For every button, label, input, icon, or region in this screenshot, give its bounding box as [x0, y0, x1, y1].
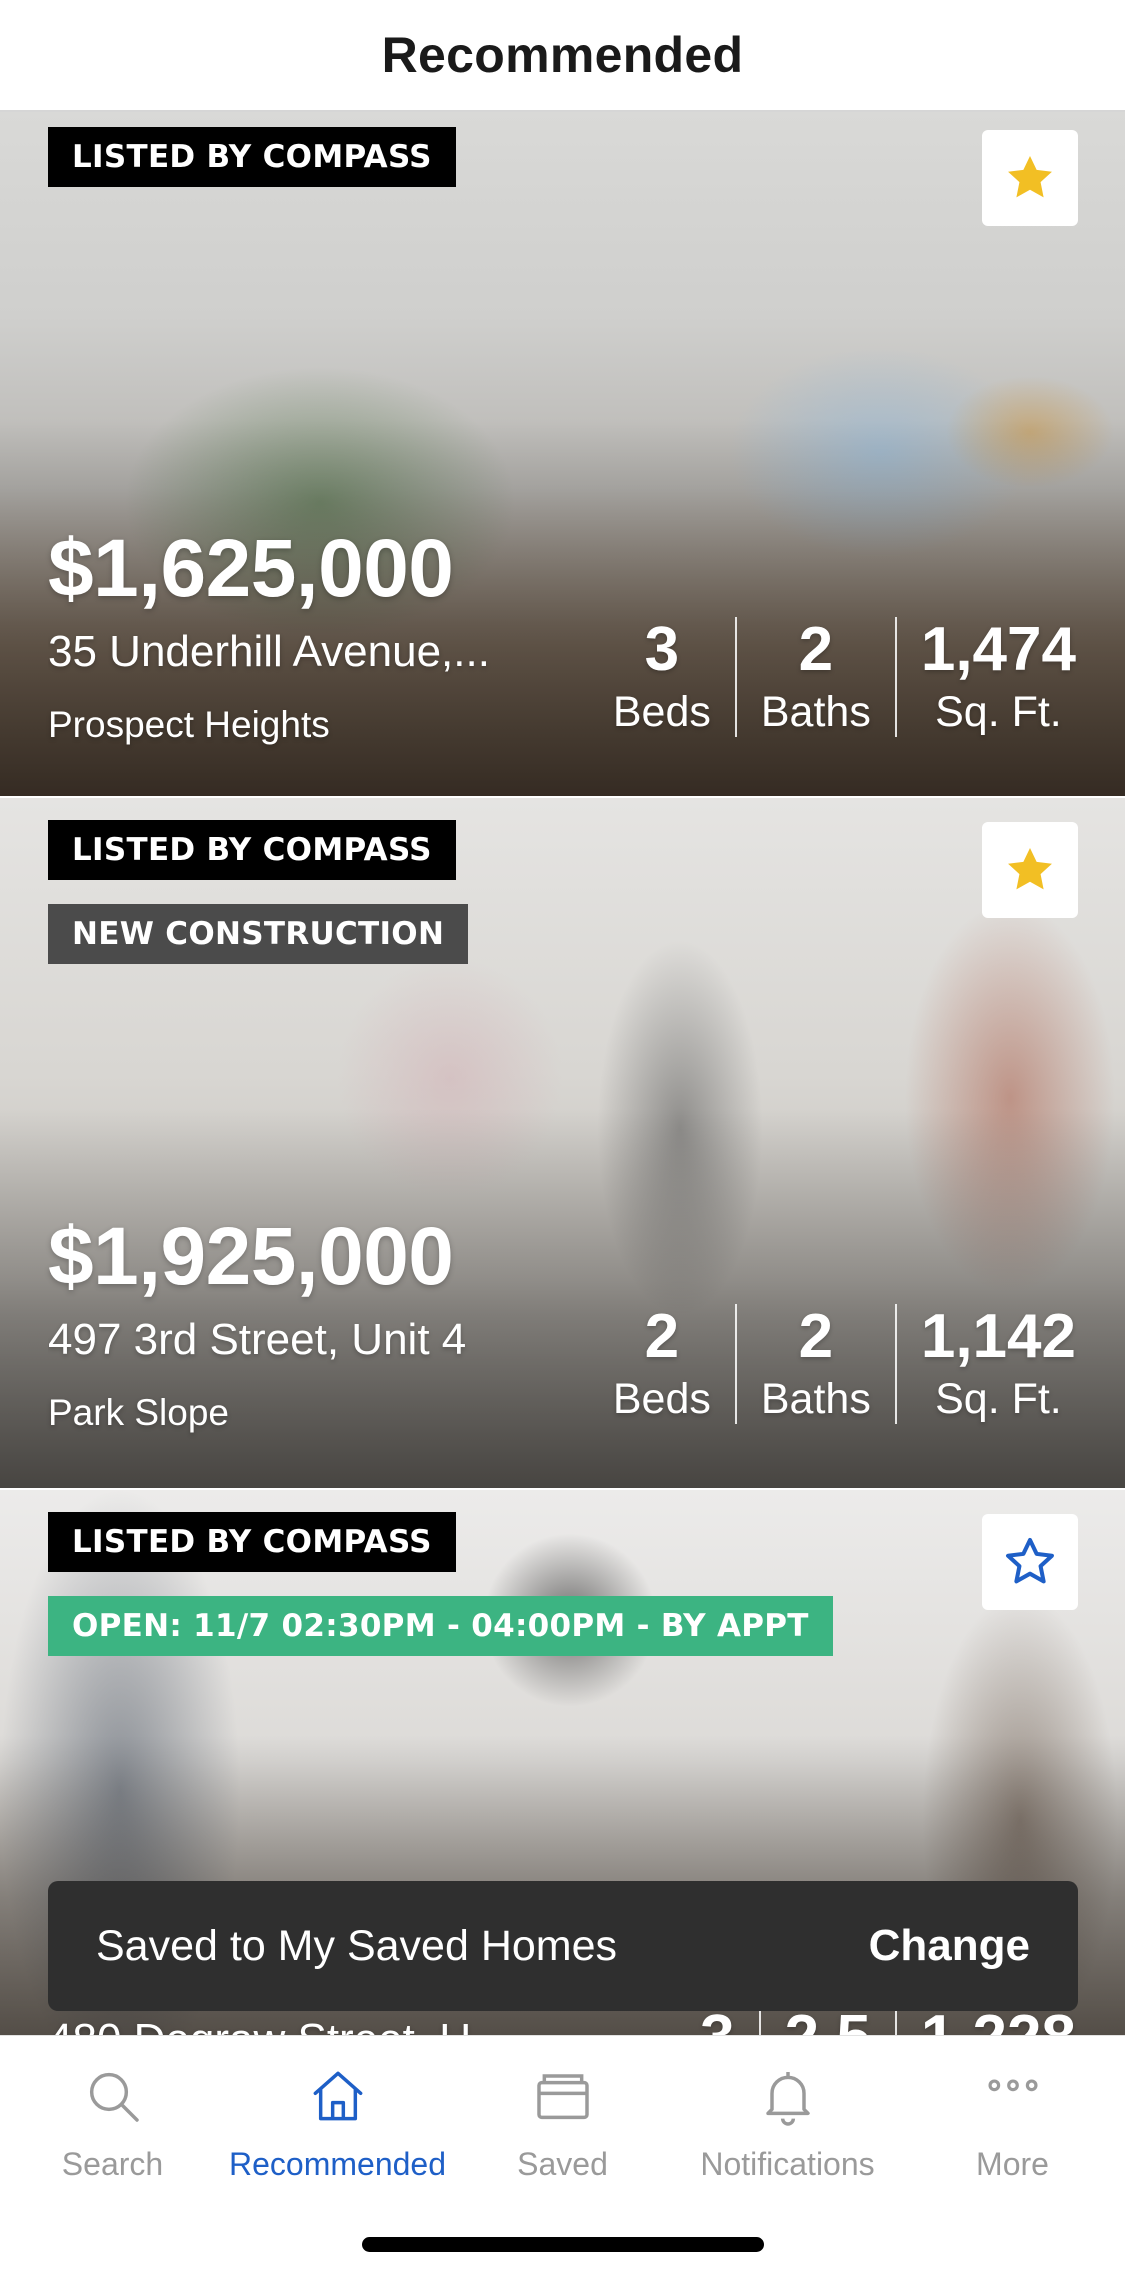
tab-label: Search: [61, 2146, 164, 2182]
listing-price: $1,925,000: [48, 1211, 454, 1302]
listing-address: 480 Degraw Street, U...: [48, 2015, 518, 2035]
star-outline-icon: [1006, 1537, 1054, 1584]
listing-stats: 3 Beds 2 Baths 1,474 Sq. Ft.: [589, 615, 1100, 738]
tab-saved[interactable]: Saved: [450, 2064, 675, 2206]
listing-card[interactable]: LISTED BY COMPASS NEW CONSTRUCTION $1,92…: [0, 798, 1125, 1488]
baths-count: 2: [798, 615, 834, 684]
listing-card[interactable]: LISTED BY COMPASS $1,625,000 35 Underhil…: [0, 112, 1125, 796]
tab-recommended[interactable]: Recommended: [225, 2064, 450, 2206]
baths-label: Baths: [760, 1375, 871, 1424]
sqft-label: Sq. Ft.: [935, 1375, 1062, 1424]
sqft-value: 1,474: [920, 615, 1076, 684]
save-star-button[interactable]: [982, 1514, 1078, 1610]
sqft-stat: 1,142 Sq. Ft.: [894, 1302, 1100, 1425]
tab-notifications[interactable]: Notifications: [675, 2064, 900, 2206]
listing-address: 497 3rd Street, Unit 4: [48, 1315, 467, 1364]
listed-by-badge: LISTED BY COMPASS: [48, 127, 456, 187]
home-icon: [313, 2071, 362, 2121]
tab-label: More: [976, 2146, 1049, 2182]
bell-icon: [765, 2072, 810, 2126]
save-star-button[interactable]: [982, 822, 1078, 918]
tab-search[interactable]: Search: [0, 2064, 225, 2206]
sqft-label: Sq. Ft.: [935, 688, 1062, 737]
tab-label: Notifications: [700, 2146, 875, 2182]
beds-count: 2: [644, 1302, 680, 1371]
beds-label: Beds: [612, 1375, 711, 1424]
star-filled-icon: [1008, 155, 1052, 198]
save-star-button[interactable]: [982, 130, 1078, 226]
baths-count: 2: [798, 1302, 834, 1371]
listing-address: 35 Underhill Avenue,...: [48, 627, 490, 676]
toast-change-button[interactable]: Change: [869, 1921, 1030, 1971]
listing-price: $1,625,000: [48, 523, 454, 614]
more-dots-icon: [987, 2079, 1038, 2092]
home-indicator: [362, 2237, 764, 2252]
sqft-value: 1,142: [920, 1302, 1076, 1371]
listing-neighborhood: Prospect Heights: [48, 704, 330, 745]
baths-label: Baths: [760, 688, 871, 737]
baths-stat: 2 Baths: [734, 1302, 895, 1425]
beds-stat: 3 Beds: [589, 617, 735, 737]
page-title: Recommended: [381, 27, 744, 83]
beds-stat: 2 Beds: [589, 1304, 735, 1424]
open-house-badge: OPEN: 11/7 02:30PM - 04:00PM - BY APPT: [48, 1596, 833, 1656]
listing-stats: 2 Beds 2 Baths 1,142 Sq. Ft.: [589, 1302, 1100, 1425]
bottom-tab-bar: Search Recommended Saved Notifications M…: [0, 2035, 1125, 2284]
listed-by-badge: LISTED BY COMPASS: [48, 820, 456, 880]
saved-folder-icon: [536, 2074, 589, 2120]
listed-by-badge: LISTED BY COMPASS: [48, 1512, 456, 1572]
sqft-stat: 1,474 Sq. Ft.: [894, 615, 1100, 738]
listing-neighborhood: Park Slope: [48, 1392, 229, 1433]
tab-label: Saved: [517, 2146, 608, 2182]
saved-toast: Saved to My Saved Homes Change: [48, 1881, 1078, 2011]
tab-label: Recommended: [229, 2146, 446, 2182]
toast-message: Saved to My Saved Homes: [96, 1921, 618, 1970]
tab-more[interactable]: More: [900, 2064, 1125, 2206]
page-header: Recommended: [0, 0, 1125, 112]
star-filled-icon: [1008, 847, 1052, 890]
baths-stat: 2 Baths: [734, 615, 895, 738]
beds-count: 3: [644, 615, 680, 684]
new-construction-badge: NEW CONSTRUCTION: [48, 904, 469, 964]
search-icon: [89, 2072, 139, 2122]
beds-label: Beds: [612, 688, 711, 737]
